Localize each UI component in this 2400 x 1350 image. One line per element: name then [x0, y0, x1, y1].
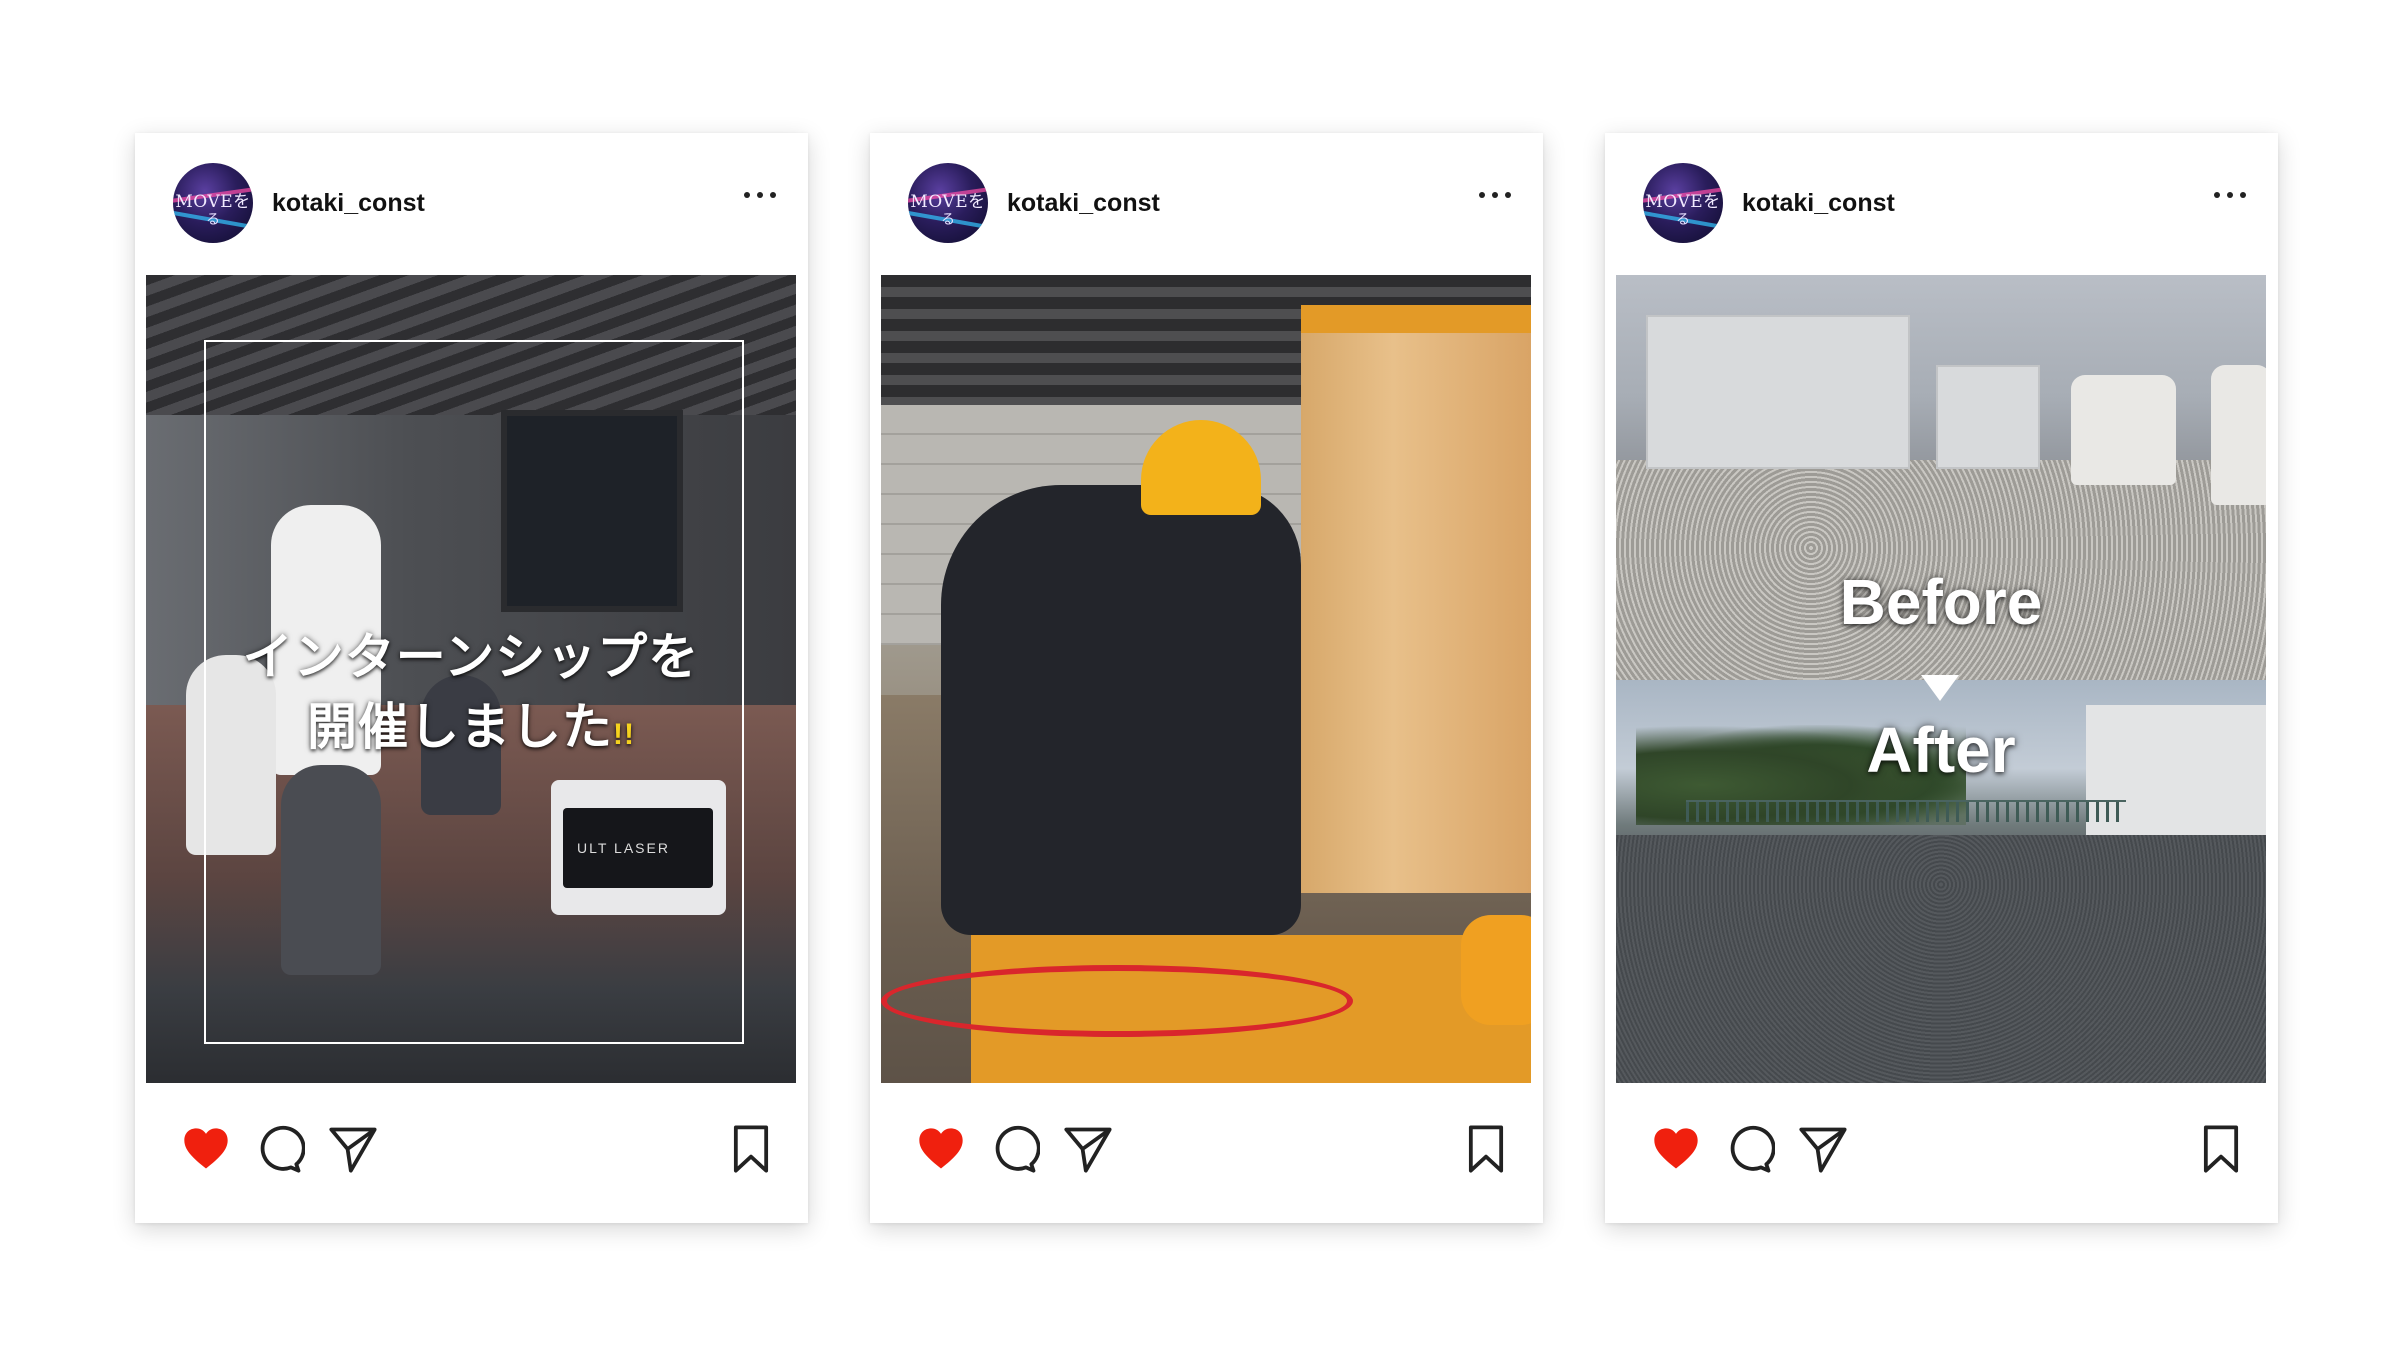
more-options-icon[interactable]: [2210, 185, 2250, 205]
bookmark-icon[interactable]: [2195, 1123, 2247, 1175]
bookmark-icon[interactable]: [725, 1123, 777, 1175]
avatar-text: る: [941, 212, 955, 228]
heart-icon[interactable]: [180, 1123, 232, 1175]
avatar-text: る: [206, 212, 220, 228]
share-icon[interactable]: [327, 1123, 379, 1175]
heart-icon[interactable]: [915, 1123, 967, 1175]
comment-icon[interactable]: [1723, 1123, 1776, 1175]
post-image[interactable]: Before After: [1616, 275, 2266, 1083]
more-options-icon[interactable]: [1475, 185, 1515, 205]
post-card: MOVEを る kotaki_const ULT LASER インターンシップを…: [135, 133, 808, 1223]
avatar[interactable]: MOVEを る: [173, 163, 253, 243]
post-image[interactable]: [881, 275, 1531, 1083]
post-actions: [135, 1123, 808, 1193]
username[interactable]: kotaki_const: [1007, 189, 1160, 218]
heart-icon[interactable]: [1650, 1123, 1702, 1175]
comment-icon[interactable]: [988, 1123, 1041, 1175]
share-icon[interactable]: [1062, 1123, 1114, 1175]
avatar-text: る: [1676, 212, 1690, 228]
more-options-icon[interactable]: [740, 185, 780, 205]
avatar[interactable]: MOVEを る: [908, 163, 988, 243]
share-icon[interactable]: [1797, 1123, 1849, 1175]
post-image[interactable]: ULT LASER インターンシップを 開催しました!!: [146, 275, 796, 1083]
post-card: MOVEを る kotaki_const: [870, 133, 1543, 1223]
post-header: MOVEを る kotaki_const: [135, 133, 808, 273]
post-actions: [1605, 1123, 2278, 1193]
bookmark-icon[interactable]: [1460, 1123, 1512, 1175]
post-header: MOVEを る kotaki_const: [1605, 133, 2278, 273]
overlay-title: インターンシップを: [242, 629, 700, 685]
down-arrow-icon: [1921, 675, 1959, 701]
avatar[interactable]: MOVEを る: [1643, 163, 1723, 243]
username[interactable]: kotaki_const: [272, 189, 425, 218]
post-card: MOVEを る kotaki_const Before After: [1605, 133, 2278, 1223]
username[interactable]: kotaki_const: [1742, 189, 1895, 218]
comment-icon[interactable]: [253, 1123, 306, 1175]
overlay-subtitle: 開催しました!!: [307, 699, 635, 755]
before-label: Before: [1839, 566, 2043, 638]
post-actions: [870, 1123, 1543, 1193]
after-label: After: [1866, 714, 2016, 786]
post-header: MOVEを る kotaki_const: [870, 133, 1543, 273]
